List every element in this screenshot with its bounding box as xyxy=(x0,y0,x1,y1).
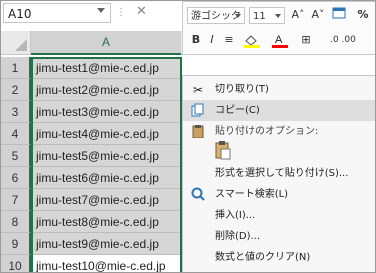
menu-item-label: スマート検索(L) xyxy=(215,189,289,200)
cell[interactable]: jimu-test3@mie-c.ed.jp xyxy=(31,101,181,123)
menu-item-smart-lookup[interactable]: スマート検索(L) xyxy=(183,184,375,205)
cell-style-button[interactable] xyxy=(329,7,349,23)
context-menu: ✂ 切り取り(T) コピー(C) 貼り付けのオプション: 形式を選択して貼り付け… xyxy=(182,75,375,272)
mini-toolbar: 游ゴシック 11 A˄ A˅ % B I ≡ A ⊞ .0 .00 xyxy=(182,1,375,55)
row-header[interactable]: 4 xyxy=(1,123,31,145)
select-all-triangle-icon xyxy=(15,39,27,51)
bold-button[interactable]: B xyxy=(189,32,203,48)
menu-item-label: 数式と値のクリア(N) xyxy=(215,252,311,263)
font-color-button[interactable]: A xyxy=(269,32,291,48)
excel-window: A10 ⋮ ✕ A 1 jimu-test1@mie-c.ed.jp 2 jimu-t… xyxy=(0,0,376,273)
copy-icon xyxy=(190,103,206,119)
name-box[interactable]: A10 xyxy=(3,3,111,23)
menu-item-paste-options: 貼り付けのオプション: xyxy=(183,121,375,142)
formula-bar-separator: ⋮ xyxy=(116,7,126,18)
menu-item-clear-contents[interactable]: 数式と値のクリア(N) xyxy=(183,247,375,268)
cell[interactable]: jimu-test8@mie-c.ed.jp xyxy=(31,211,181,233)
shrink-font-button[interactable]: A˅ xyxy=(309,7,327,23)
row-header[interactable]: 5 xyxy=(1,145,31,167)
row-header[interactable]: 10 xyxy=(1,255,31,272)
fill-color-button[interactable] xyxy=(241,32,263,48)
select-all-corner[interactable] xyxy=(1,31,31,55)
cell[interactable]: jimu-test5@mie-c.ed.jp xyxy=(31,145,181,167)
cell[interactable]: jimu-test7@mie-c.ed.jp xyxy=(31,189,181,211)
font-name-value: 游ゴシック xyxy=(191,11,241,22)
menu-item-copy[interactable]: コピー(C) xyxy=(183,100,375,121)
row-header[interactable]: 2 xyxy=(1,79,31,101)
font-color-icon: A xyxy=(272,34,288,48)
cell-style-icon xyxy=(332,7,346,19)
cell[interactable]: jimu-test1@mie-c.ed.jp xyxy=(31,57,181,79)
active-cell[interactable]: jimu-test10@mie-c.ed.jp xyxy=(31,255,181,272)
clipboard-icon xyxy=(190,124,206,140)
grow-font-button[interactable]: A˄ xyxy=(289,7,307,23)
chevron-down-icon xyxy=(275,14,281,18)
smart-search-icon xyxy=(190,187,206,203)
chevron-down-icon xyxy=(235,14,241,18)
menu-item-label: コピー(C) xyxy=(215,105,260,116)
menu-item-insert[interactable]: 挿入(I)... xyxy=(183,205,375,226)
cell[interactable]: jimu-test4@mie-c.ed.jp xyxy=(31,123,181,145)
name-box-dropdown-icon[interactable] xyxy=(97,8,105,13)
cell[interactable]: jimu-test6@mie-c.ed.jp xyxy=(31,167,181,189)
paste-option-button[interactable] xyxy=(213,139,233,161)
scissors-icon: ✂ xyxy=(192,83,204,97)
row-header[interactable]: 6 xyxy=(1,167,31,189)
row-header[interactable]: 8 xyxy=(1,211,31,233)
menu-item-paste-special[interactable]: 形式を選択して貼り付け(S)... xyxy=(183,163,375,184)
menu-item-label: 切り取り(T) xyxy=(215,84,269,95)
font-size-value: 11 xyxy=(253,11,266,22)
align-button[interactable]: ≡ xyxy=(221,32,237,48)
menu-item-cut[interactable]: ✂ 切り取り(T) xyxy=(183,79,375,100)
menu-item-delete[interactable]: 削除(D)... xyxy=(183,226,375,247)
cancel-icon[interactable]: ✕ xyxy=(136,4,147,19)
paint-bucket-icon xyxy=(244,35,260,48)
italic-button[interactable]: I xyxy=(205,32,219,48)
name-box-value: A10 xyxy=(8,7,32,21)
cell[interactable]: jimu-test2@mie-c.ed.jp xyxy=(31,79,181,101)
menu-item-label: 挿入(I)... xyxy=(215,210,256,221)
fill-color-swatch xyxy=(244,45,260,48)
font-name-dropdown[interactable]: 游ゴシック xyxy=(187,7,245,24)
row-header[interactable]: 7 xyxy=(1,189,31,211)
row-header[interactable]: 3 xyxy=(1,101,31,123)
menu-item-label: 削除(D)... xyxy=(215,231,261,242)
percent-style-button[interactable]: % xyxy=(353,7,373,23)
borders-button[interactable]: ⊞ xyxy=(297,32,315,48)
cell[interactable]: jimu-test9@mie-c.ed.jp xyxy=(31,233,181,255)
menu-item-label: 形式を選択して貼り付け(S)... xyxy=(215,168,349,179)
row-header[interactable]: 1 xyxy=(1,57,31,79)
font-color-swatch xyxy=(272,45,288,48)
column-header-a[interactable]: A xyxy=(31,31,181,55)
paste-icon xyxy=(215,141,231,160)
svg-text:A: A xyxy=(275,34,283,46)
decimal-buttons[interactable]: .0 .00 xyxy=(323,32,363,48)
font-size-dropdown[interactable]: 11 xyxy=(249,7,285,24)
row-header[interactable]: 9 xyxy=(1,233,31,255)
